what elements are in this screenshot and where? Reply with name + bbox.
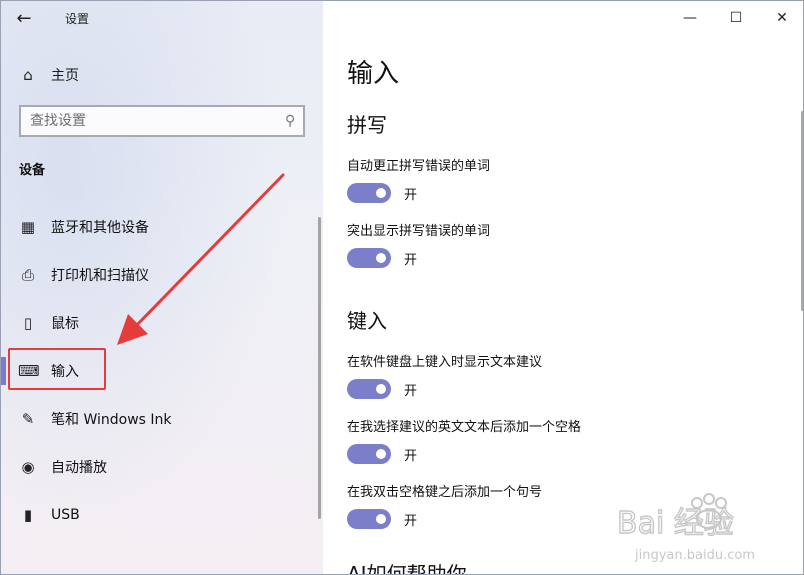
search-icon[interactable]: ⚲ bbox=[285, 113, 295, 129]
printer-icon: ⎙ bbox=[21, 266, 34, 284]
sidebar-scrollbar[interactable] bbox=[318, 217, 321, 519]
text-suggestions-toggle[interactable] bbox=[347, 379, 391, 399]
group-title-typing: 键入 bbox=[347, 309, 387, 333]
setting-label: 突出显示拼写错误的单词 bbox=[347, 224, 491, 239]
toggle-row: 开 bbox=[347, 509, 787, 529]
nav-home-label: 主页 bbox=[51, 68, 79, 84]
toggle-row: 开 bbox=[347, 379, 787, 399]
autoplay-icon: ◉ bbox=[21, 458, 35, 476]
sidebar-item-label: 输入 bbox=[51, 364, 79, 380]
section-header-devices: 设备 bbox=[19, 163, 46, 178]
sidebar-item-label: 鼠标 bbox=[51, 316, 79, 332]
toggle-state-label: 开 bbox=[404, 252, 418, 268]
toggle-row: 开 bbox=[347, 248, 787, 268]
nav-list: ▦ 蓝牙和其他设备 ⎙ 打印机和扫描仪 ▯ 鼠标 ⌨ 输入 ✎ 笔和 Windo… bbox=[1, 203, 323, 539]
setting-label: 自动更正拼写错误的单词 bbox=[347, 159, 491, 174]
sidebar-item-mouse[interactable]: ▯ 鼠标 bbox=[1, 299, 323, 347]
highlight-misspelled-toggle[interactable] bbox=[347, 248, 391, 268]
cutoff-heading: AI如何帮助你 bbox=[347, 564, 467, 574]
setting-double-space-period: 在我双击空格键之后添加一个句号 开 bbox=[347, 481, 787, 529]
toggle-row: 开 bbox=[347, 183, 787, 203]
sidebar-item-pen[interactable]: ✎ 笔和 Windows Ink bbox=[1, 395, 323, 443]
settings-window: ← 设置 ⌂ 主页 ⚲ 设备 ▦ 蓝牙和其他设备 ⎙ 打印机和扫描仪 ▯ 鼠标 bbox=[0, 0, 804, 575]
sidebar-item-printers[interactable]: ⎙ 打印机和扫描仪 bbox=[1, 251, 323, 299]
setting-text-suggestions: 在软件键盘上键入时显示文本建议 开 bbox=[347, 351, 787, 399]
sidebar-item-label: 自动播放 bbox=[51, 460, 107, 476]
sidebar: ← 设置 ⌂ 主页 ⚲ 设备 ▦ 蓝牙和其他设备 ⎙ 打印机和扫描仪 ▯ 鼠标 bbox=[1, 1, 323, 574]
sidebar-item-label: 蓝牙和其他设备 bbox=[51, 220, 149, 236]
sidebar-item-bluetooth[interactable]: ▦ 蓝牙和其他设备 bbox=[1, 203, 323, 251]
bluetooth-devices-icon: ▦ bbox=[20, 218, 36, 236]
toggle-state-label: 开 bbox=[404, 187, 418, 203]
close-button[interactable]: ✕ bbox=[759, 1, 803, 35]
selection-indicator bbox=[1, 357, 6, 385]
setting-highlight-misspelled: 突出显示拼写错误的单词 开 bbox=[347, 220, 787, 268]
title-bar: ← 设置 bbox=[1, 1, 89, 35]
add-space-toggle[interactable] bbox=[347, 444, 391, 464]
caption-buttons: — ☐ ✕ bbox=[667, 1, 803, 35]
sidebar-item-typing[interactable]: ⌨ 输入 bbox=[1, 347, 323, 395]
page-title: 输入 bbox=[347, 59, 400, 89]
toggle-state-label: 开 bbox=[404, 513, 418, 529]
setting-label: 在我双击空格键之后添加一个句号 bbox=[347, 485, 543, 500]
setting-add-space: 在我选择建议的英文文本后添加一个空格 开 bbox=[347, 416, 787, 464]
setting-label: 在软件键盘上键入时显示文本建议 bbox=[347, 355, 543, 370]
toggle-state-label: 开 bbox=[404, 448, 418, 464]
nav-home[interactable]: ⌂ 主页 bbox=[1, 58, 323, 92]
sidebar-item-label: USB bbox=[51, 507, 80, 523]
maximize-button[interactable]: ☐ bbox=[713, 1, 759, 35]
pen-icon: ✎ bbox=[21, 410, 35, 428]
mouse-icon: ▯ bbox=[23, 314, 33, 332]
main-content: — ☐ ✕ 输入 拼写 自动更正拼写错误的单词 开 突出显示拼写错误的单词 开 … bbox=[323, 1, 803, 574]
toggle-state-label: 开 bbox=[404, 383, 418, 399]
sidebar-item-autoplay[interactable]: ◉ 自动播放 bbox=[1, 443, 323, 491]
toggle-row: 开 bbox=[347, 444, 787, 464]
setting-autocorrect: 自动更正拼写错误的单词 开 bbox=[347, 155, 787, 203]
window-title: 设置 bbox=[65, 11, 90, 26]
back-arrow-icon[interactable]: ← bbox=[1, 1, 47, 35]
group-title-spelling: 拼写 bbox=[347, 113, 387, 137]
autocorrect-toggle[interactable] bbox=[347, 183, 391, 203]
search-box[interactable]: ⚲ bbox=[19, 105, 305, 137]
keyboard-icon: ⌨ bbox=[18, 362, 40, 380]
sidebar-item-usb[interactable]: ▮ USB bbox=[1, 491, 323, 539]
setting-label: 在我选择建议的英文文本后添加一个空格 bbox=[347, 420, 582, 435]
minimize-button[interactable]: — bbox=[667, 1, 713, 35]
search-input[interactable] bbox=[30, 113, 260, 129]
home-icon: ⌂ bbox=[23, 66, 33, 84]
sidebar-item-label: 笔和 Windows Ink bbox=[51, 412, 172, 428]
usb-icon: ▮ bbox=[23, 506, 33, 524]
double-space-period-toggle[interactable] bbox=[347, 509, 391, 529]
sidebar-item-label: 打印机和扫描仪 bbox=[51, 268, 149, 284]
